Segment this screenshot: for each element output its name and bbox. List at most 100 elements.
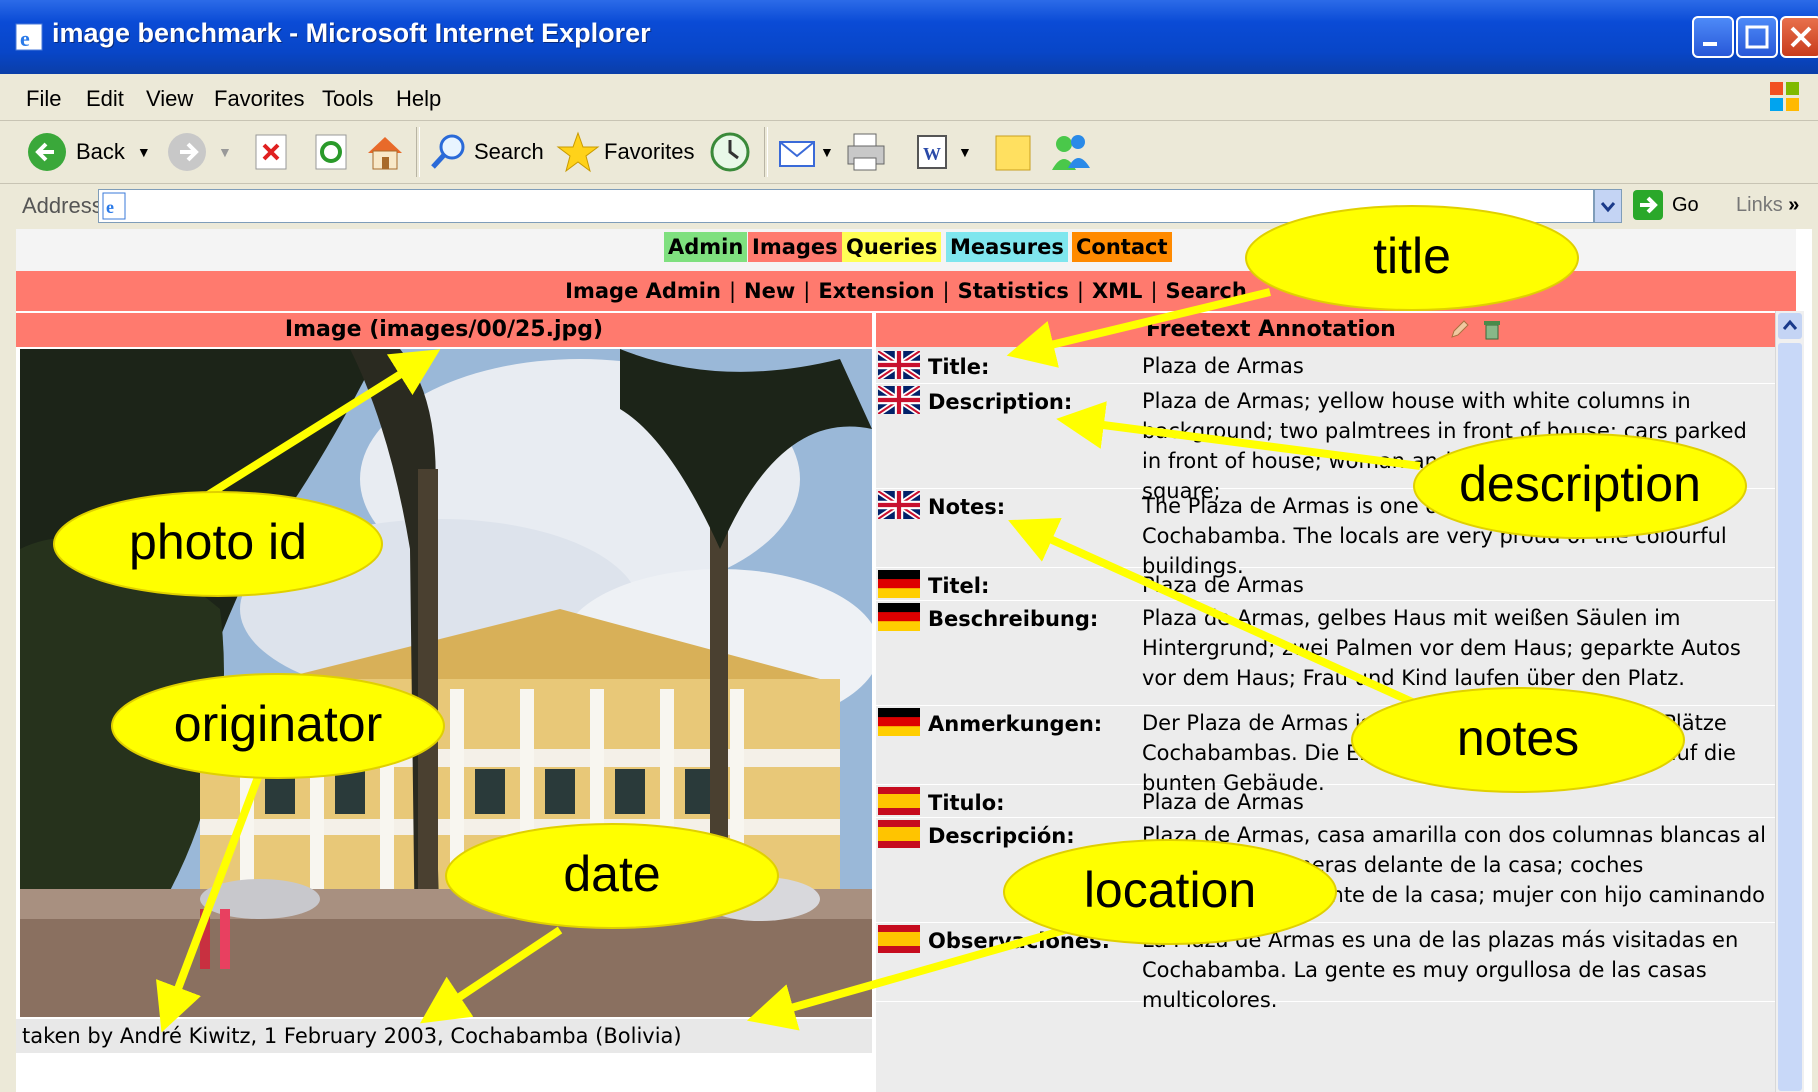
back-label: Back (76, 139, 125, 164)
home-button[interactable] (364, 129, 406, 175)
close-button[interactable] (1780, 16, 1818, 58)
annotation-label: Notes: (928, 495, 1006, 519)
forward-dropdown-icon[interactable]: ▼ (218, 144, 232, 160)
subnav-xml[interactable]: XML (1092, 279, 1142, 303)
back-button[interactable]: Back ▼ (26, 129, 151, 175)
nav-images[interactable]: Images (748, 232, 842, 262)
edit-dropdown-icon[interactable]: ▼ (958, 144, 972, 160)
german-flag-icon (878, 570, 920, 598)
page-content: Admin Images Queries Measures Contact Im… (16, 229, 1812, 1092)
address-dropdown[interactable] (1594, 189, 1622, 223)
annotation-row: Title: Plaza de Armas (876, 348, 1782, 384)
scroll-thumb[interactable] (1778, 343, 1802, 1091)
annotation-label: Description: (928, 390, 1073, 414)
nav-measures[interactable]: Measures (946, 232, 1068, 262)
back-dropdown-icon[interactable]: ▼ (137, 144, 151, 160)
spanish-flag-icon (878, 925, 920, 953)
printer-icon (847, 133, 885, 171)
stop-icon (255, 134, 287, 170)
annotation-value: La Plaza de Armas es una de las plazas m… (1142, 928, 1739, 1012)
links-label: Links (1736, 194, 1783, 216)
history-button[interactable] (708, 129, 752, 175)
annotation-row: Notes: The Plaza de Armas is one of the m… (876, 488, 1782, 578)
nav-queries[interactable]: Queries (842, 232, 942, 262)
menu-help[interactable]: Help (396, 86, 441, 112)
maximize-icon (1745, 25, 1769, 49)
svg-text:e: e (20, 26, 30, 51)
svg-text:e: e (106, 197, 114, 217)
edit-pencil-icon[interactable] (1448, 317, 1472, 341)
image-panel-header: Image (images/00/25.jpg) (16, 313, 872, 347)
address-bar: Address e Go Links » (0, 184, 1818, 228)
mail-icon (779, 141, 815, 167)
annotation-panel-header: Freetext Annotation (876, 313, 1782, 347)
refresh-button[interactable] (312, 129, 350, 175)
edit-button[interactable]: W ▼ (912, 129, 972, 175)
subnav-extension[interactable]: Extension (818, 279, 934, 303)
svg-text:W: W (923, 144, 941, 164)
toolbar: Back ▼ ▼ Search Favorites ▼ W ▼ (0, 121, 1818, 184)
german-flag-icon (878, 603, 920, 631)
word-edit-icon: W (917, 135, 947, 169)
annotation-value: Plaza de Armas; yellow house with white … (1142, 389, 1747, 503)
annotation-value: Plaza de Armas, casa amarilla con dos co… (1142, 823, 1766, 937)
favorites-button[interactable]: Favorites (556, 129, 694, 175)
menu-favorites[interactable]: Favorites (214, 86, 304, 112)
maximize-button[interactable] (1736, 16, 1778, 58)
annotation-row: Beschreibung: Plaza de Armas, gelbes Haus… (876, 601, 1782, 706)
annotation-row: Titulo: Plaza de Armas (876, 785, 1782, 818)
go-button[interactable]: Go (1632, 189, 1699, 221)
forward-arrow-icon (168, 133, 206, 171)
back-arrow-icon (28, 133, 66, 171)
print-button[interactable] (844, 129, 888, 175)
annotation-value: Plaza de Armas (1142, 790, 1304, 814)
windows-logo-icon (1770, 82, 1799, 111)
menu-view[interactable]: View (146, 86, 193, 112)
go-label: Go (1672, 193, 1699, 216)
subnav-search[interactable]: Search (1166, 279, 1247, 303)
browser-window: e image benchmark - Microsoft Internet E… (0, 0, 1818, 1092)
go-arrow-icon (1633, 190, 1663, 220)
chevron-up-icon (1782, 319, 1798, 330)
search-label: Search (474, 139, 544, 164)
nav-contact[interactable]: Contact (1072, 232, 1172, 262)
sub-nav: Image Admin | New | Extension | Statistics | XML… (16, 271, 1796, 311)
menu-tools[interactable]: Tools (322, 86, 373, 112)
subnav-image-admin[interactable]: Image Admin (565, 279, 721, 303)
spanish-flag-icon (878, 820, 920, 848)
mail-dropdown-icon[interactable]: ▼ (820, 144, 834, 160)
minimize-button[interactable] (1692, 16, 1734, 58)
vertical-scrollbar[interactable] (1775, 311, 1804, 1092)
forward-button[interactable]: ▼ (166, 129, 232, 175)
subnav-new[interactable]: New (744, 279, 795, 303)
menu-edit[interactable]: Edit (86, 86, 124, 112)
minimize-icon (1703, 42, 1717, 46)
stop-button[interactable] (252, 129, 290, 175)
mail-button[interactable]: ▼ (776, 129, 834, 175)
discuss-button[interactable] (992, 129, 1036, 175)
refresh-icon (315, 134, 347, 170)
main-nav: Admin Images Queries Measures Contact (16, 229, 1796, 271)
annotation-label: Title: (928, 355, 990, 379)
image-panel: Image (images/00/25.jpg) taken by André … (16, 313, 872, 1092)
address-input[interactable]: e (98, 189, 1594, 223)
subnav-statistics[interactable]: Statistics (958, 279, 1069, 303)
favorites-label: Favorites (604, 139, 695, 164)
home-icon (368, 137, 402, 170)
annotation-row: Description: Plaza de Armas; yellow house… (876, 383, 1782, 503)
menu-file[interactable]: File (26, 86, 61, 112)
window-title: image benchmark - Microsoft Internet Exp… (52, 18, 651, 48)
scroll-up-button[interactable] (1778, 313, 1802, 339)
messenger-button[interactable] (1048, 129, 1092, 175)
annotation-value: Plaza de Armas, gelbes Haus mit weißen S… (1142, 606, 1741, 690)
search-button[interactable]: Search (428, 129, 544, 175)
uk-flag-icon (876, 383, 922, 417)
annotation-label: Titel: (928, 574, 990, 598)
annotation-row: Anmerkungen: Der Plaza de Armas ist einer… (876, 706, 1782, 795)
note-icon (995, 135, 1031, 171)
annotation-label: Anmerkungen: (928, 712, 1103, 736)
nav-admin[interactable]: Admin (664, 232, 748, 262)
address-label: Address (22, 193, 103, 218)
delete-icon[interactable] (1480, 317, 1504, 341)
links-button[interactable]: Links » (1736, 194, 1799, 217)
